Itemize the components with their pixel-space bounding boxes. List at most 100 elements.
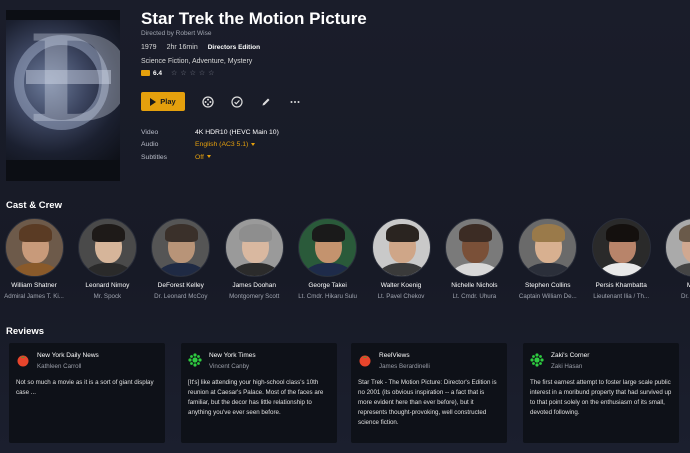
review-author: Kathleen Carroll [37, 363, 82, 370]
review-header: ReelViews James Berardinelli [358, 352, 500, 370]
release-year: 1979 [141, 44, 157, 51]
mark-watched-icon[interactable] [231, 95, 243, 108]
edit-pencil-icon[interactable] [260, 96, 272, 108]
rating-source-icon [141, 70, 150, 76]
avatar [298, 218, 358, 277]
cast-name: Persis Khambatta [595, 282, 647, 289]
cast-role: Lt. Cmdr. Hikaru Sulu [298, 293, 357, 300]
play-label: Play [160, 97, 176, 106]
cast-name: Leonard Nimoy [85, 282, 130, 289]
genres: Science Fiction, Adventure, Mystery [141, 58, 253, 65]
info-row-subtitles[interactable]: Subtitles Off [141, 151, 279, 164]
chevron-down-icon [251, 142, 256, 146]
splat-icon [530, 353, 544, 367]
review-card[interactable]: ReelViews James Berardinelli Star Trek - T… [351, 343, 507, 443]
cast-member[interactable]: Stephen Collins Captain William De... [508, 218, 588, 300]
play-button[interactable]: Play [141, 92, 185, 111]
movie-poster: D [6, 10, 120, 181]
action-bar: Play [141, 92, 301, 111]
cast-role: Mr. Spock [93, 293, 122, 300]
cast-row: William Shatner Admiral James T. Ki... Leo… [4, 218, 690, 308]
cast-role: Admiral James T. Ki... [4, 293, 64, 300]
cast-role: Dr. Christi [681, 293, 690, 300]
review-source: ReelViews [379, 352, 410, 359]
tomato-icon [359, 355, 371, 367]
cast-role: Lt. Pavel Chekov [377, 293, 425, 300]
info-row-audio[interactable]: Audio English (AC3 5.1) [141, 139, 279, 152]
tomato-icon [17, 355, 29, 367]
review-author: Zaki Hasan [551, 363, 583, 370]
review-author: Vincent Canby [209, 363, 250, 370]
avatar [151, 218, 211, 277]
avatar [4, 218, 64, 277]
review-card[interactable]: Zaki's Corner Zaki Hasan The first earnest… [523, 343, 679, 443]
video-value: 4K HDR10 (HEVC Main 10) [195, 128, 279, 136]
cast-name: DeForest Kelley [157, 282, 204, 289]
rating-value: 6.4 [153, 69, 163, 77]
info-label: Subtitles [141, 153, 168, 161]
cast-member[interactable]: Persis Khambatta Lieutenant Ilia / Th... [581, 218, 661, 300]
avatar [444, 218, 504, 277]
review-text: Not so much a movie as it is a sort of g… [16, 379, 154, 396]
cast-role: Captain William De... [518, 293, 577, 300]
review-source: New York Daily News [37, 352, 99, 359]
trailer-reel-icon[interactable] [202, 95, 214, 108]
media-info: Video 4K HDR10 (HEVC Main 10) Audio Engl… [141, 126, 279, 164]
cast-name: Majel [686, 282, 690, 289]
cast-name: James Doohan [232, 282, 277, 289]
review-card[interactable]: New York Daily News Kathleen Carroll Not s… [9, 343, 165, 443]
cast-member[interactable]: Nichelle Nichols Lt. Cmdr. Uhura [434, 218, 514, 300]
cast-role: Dr. Leonard McCoy [154, 293, 208, 300]
avatar [591, 218, 651, 277]
cast-member[interactable]: William Shatner Admiral James T. Ki... [0, 218, 74, 300]
cast-role: Montgomery Scott [229, 293, 280, 300]
more-options-icon[interactable] [289, 96, 301, 108]
info-label: Audio [141, 141, 159, 149]
review-author: James Berardinelli [379, 363, 430, 370]
cast-member[interactable]: James Doohan Montgomery Scott [214, 218, 294, 300]
star-icon-3[interactable]: ☆ [190, 69, 196, 77]
audio-select[interactable]: English (AC3 5.1) [195, 141, 256, 148]
avatar [518, 218, 578, 277]
subtitles-select[interactable]: Off [195, 154, 211, 161]
info-label: Video [141, 128, 159, 136]
cast-name: William Shatner [11, 282, 57, 289]
cast-member[interactable]: DeForest Kelley Dr. Leonard McCoy [141, 218, 221, 300]
cast-member[interactable]: Majel Dr. Christi [655, 218, 690, 300]
review-source: New York Times [209, 352, 256, 359]
runtime: 2hr 16min [166, 44, 198, 51]
cast-member[interactable]: George Takei Lt. Cmdr. Hikaru Sulu [288, 218, 368, 300]
cast-role: Lt. Cmdr. Uhura [452, 293, 497, 300]
star-icon-1[interactable]: ☆ [171, 69, 177, 77]
reviews-section-title: Reviews [6, 326, 45, 337]
cast-role: Lieutenant Ilia / Th... [593, 293, 650, 300]
avatar [665, 218, 690, 277]
star-icon-5[interactable]: ☆ [208, 69, 214, 77]
review-source: Zaki's Corner [551, 352, 590, 359]
review-card[interactable]: New York Times Vincent Canby [It's] like a… [181, 343, 337, 443]
director-credit: Directed by Robert Wise [141, 30, 212, 37]
review-text: The first earnest attempt to foster larg… [530, 379, 672, 416]
chevron-down-icon [206, 155, 211, 159]
review-header: New York Times Vincent Canby [188, 352, 330, 370]
cast-member[interactable]: Leonard Nimoy Mr. Spock [67, 218, 147, 300]
movie-meta: 1979 2hr 16min Directors Edition [141, 44, 260, 51]
movie-title: Star Trek the Motion Picture [141, 9, 367, 28]
rating-row: 6.4 ☆ ☆ ☆ ☆ ☆ [141, 69, 214, 77]
review-header: New York Daily News Kathleen Carroll [16, 352, 158, 370]
cast-name: Stephen Collins [525, 282, 571, 289]
play-icon [150, 97, 157, 106]
cast-name: Nichelle Nichols [451, 282, 498, 289]
avatar [371, 218, 431, 277]
cast-section-title: Cast & Crew [6, 200, 62, 211]
star-icon-2[interactable]: ☆ [180, 69, 186, 77]
star-icon-4[interactable]: ☆ [199, 69, 205, 77]
cast-name: George Takei [308, 282, 347, 289]
cast-name: Walter Koenig [380, 282, 422, 289]
cast-member[interactable]: Walter Koenig Lt. Pavel Chekov [361, 218, 441, 300]
review-text: Star Trek - The Motion Picture: Director… [358, 379, 497, 426]
avatar [77, 218, 137, 277]
review-header: Zaki's Corner Zaki Hasan [530, 352, 672, 370]
splat-icon [188, 353, 202, 367]
info-row-video: Video 4K HDR10 (HEVC Main 10) [141, 126, 279, 139]
